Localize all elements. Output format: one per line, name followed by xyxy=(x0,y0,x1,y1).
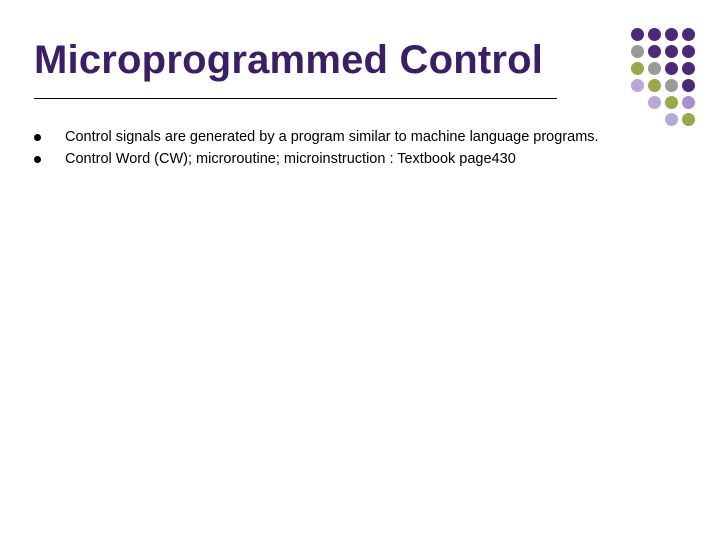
bullet-text: Control Word (CW); microroutine; microin… xyxy=(65,150,516,168)
decorative-dot-grid xyxy=(631,28,696,127)
bullet-list: Control signals are generated by a progr… xyxy=(34,128,674,172)
slide-title: Microprogrammed Control xyxy=(34,38,543,83)
bullet-icon xyxy=(34,156,41,163)
slide: Microprogrammed Control Control signals … xyxy=(0,0,720,540)
list-item: Control signals are generated by a progr… xyxy=(34,128,674,146)
list-item: Control Word (CW); microroutine; microin… xyxy=(34,150,674,168)
bullet-icon xyxy=(34,134,41,141)
title-underline xyxy=(34,98,557,99)
bullet-text: Control signals are generated by a progr… xyxy=(65,128,599,146)
